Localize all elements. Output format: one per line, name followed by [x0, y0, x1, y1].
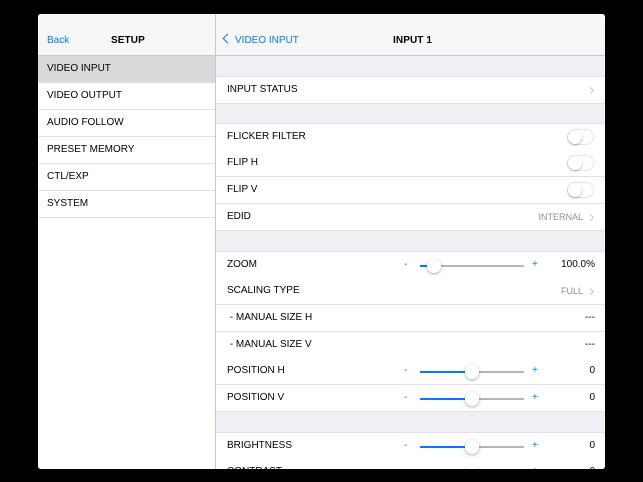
- brightness-slider[interactable]: [420, 440, 524, 454]
- toggle-knob: [568, 183, 582, 197]
- slider-thumb[interactable]: [426, 259, 441, 273]
- detail-panel: VIDEO INPUT INPUT 1 INPUT STATUS FLICKER…: [216, 14, 605, 469]
- detail-navbar: VIDEO INPUT INPUT 1: [216, 14, 605, 56]
- position-v-plus-button[interactable]: +: [532, 385, 538, 411]
- video-input-back-button[interactable]: VIDEO INPUT: [222, 14, 299, 55]
- scaling-type-label: SCALING TYPE: [227, 285, 300, 296]
- manual-size-v-value: ---: [585, 339, 595, 350]
- contrast-minus-button[interactable]: -: [404, 459, 407, 469]
- contrast-value: 0: [589, 459, 595, 469]
- menu-item-audio-follow[interactable]: AUDIO FOLLOW: [38, 110, 215, 137]
- brightness-row: BRIGHTNESS - + 0: [216, 432, 605, 460]
- sidebar-navbar: Back SETUP: [38, 14, 215, 56]
- slider-thumb[interactable]: [465, 392, 479, 406]
- contrast-label: CONTRAST: [227, 459, 282, 469]
- zoom-label: ZOOM: [227, 259, 257, 270]
- contrast-plus-button[interactable]: +: [532, 459, 538, 469]
- chevron-right-icon: [586, 213, 595, 222]
- back-button[interactable]: Back: [47, 14, 69, 55]
- menu-item-ctl-exp[interactable]: CTL/EXP: [38, 164, 215, 191]
- scaling-type-row[interactable]: SCALING TYPE FULL: [216, 278, 605, 305]
- setup-sidebar: Back SETUP VIDEO INPUT VIDEO OUTPUT AUDI…: [38, 14, 216, 469]
- position-v-row: POSITION V - + 0: [216, 385, 605, 412]
- position-v-label: POSITION V: [227, 392, 285, 403]
- input-status-label: INPUT STATUS: [227, 84, 298, 95]
- flip-h-label: FLIP H: [227, 157, 258, 168]
- brightness-plus-button[interactable]: +: [532, 433, 538, 459]
- position-h-plus-button[interactable]: +: [532, 358, 538, 384]
- flicker-filter-row: FLICKER FILTER: [216, 123, 605, 151]
- position-h-minus-button[interactable]: -: [404, 358, 407, 384]
- sidebar-title: SETUP: [111, 35, 145, 46]
- brightness-minus-button[interactable]: -: [404, 433, 407, 459]
- position-h-slider[interactable]: [420, 365, 524, 379]
- flicker-filter-label: FLICKER FILTER: [227, 131, 306, 142]
- video-input-back-label: VIDEO INPUT: [235, 35, 299, 46]
- chevron-left-icon: [222, 33, 233, 44]
- position-h-label: POSITION H: [227, 365, 285, 376]
- setup-menu: VIDEO INPUT VIDEO OUTPUT AUDIO FOLLOW PR…: [38, 56, 215, 218]
- position-v-minus-button[interactable]: -: [404, 385, 407, 411]
- zoom-value: 100.0%: [561, 259, 595, 270]
- position-h-value: 0: [589, 365, 595, 376]
- zoom-slider[interactable]: [420, 259, 524, 273]
- zoom-plus-button[interactable]: +: [532, 252, 538, 278]
- position-v-value: 0: [589, 392, 595, 403]
- scaling-type-value: FULL: [560, 286, 583, 296]
- edid-row[interactable]: EDID INTERNAL: [216, 204, 605, 231]
- flip-v-row: FLIP V: [216, 177, 605, 204]
- slider-thumb[interactable]: [465, 365, 479, 379]
- flip-h-row: FLIP H: [216, 150, 605, 177]
- menu-item-video-output[interactable]: VIDEO OUTPUT: [38, 83, 215, 110]
- input-status-row[interactable]: INPUT STATUS: [216, 76, 605, 104]
- flip-h-toggle[interactable]: [567, 155, 594, 171]
- menu-item-preset-memory[interactable]: PRESET MEMORY: [38, 137, 215, 164]
- position-v-slider[interactable]: [420, 392, 524, 406]
- setup-window: Back SETUP VIDEO INPUT VIDEO OUTPUT AUDI…: [38, 14, 605, 469]
- position-h-row: POSITION H - + 0: [216, 358, 605, 385]
- flip-v-toggle[interactable]: [567, 182, 594, 198]
- manual-size-v-label: - MANUAL SIZE V: [227, 339, 312, 350]
- detail-title: INPUT 1: [393, 35, 433, 46]
- edid-label: EDID: [227, 211, 251, 222]
- flicker-filter-toggle[interactable]: [567, 129, 594, 145]
- manual-size-v-row: - MANUAL SIZE V ---: [216, 332, 605, 359]
- zoom-minus-button[interactable]: -: [404, 252, 407, 278]
- menu-item-system[interactable]: SYSTEM: [38, 191, 215, 218]
- flip-v-label: FLIP V: [227, 184, 258, 195]
- edid-value: INTERNAL: [538, 212, 583, 222]
- manual-size-h-label: - MANUAL SIZE H: [227, 312, 313, 323]
- manual-size-h-value: ---: [585, 312, 595, 323]
- brightness-value: 0: [589, 440, 595, 451]
- brightness-label: BRIGHTNESS: [227, 440, 293, 451]
- slider-thumb[interactable]: [465, 440, 479, 454]
- chevron-right-icon: [586, 287, 595, 296]
- toggle-knob: [568, 130, 582, 144]
- slider-thumb[interactable]: [465, 466, 479, 469]
- chevron-right-icon: [586, 86, 595, 95]
- menu-item-video-input[interactable]: VIDEO INPUT: [38, 56, 215, 83]
- toggle-knob: [568, 156, 582, 170]
- zoom-row: ZOOM - + 100.0%: [216, 251, 605, 279]
- manual-size-h-row: - MANUAL SIZE H ---: [216, 305, 605, 332]
- contrast-row: CONTRAST - + 0: [216, 459, 605, 469]
